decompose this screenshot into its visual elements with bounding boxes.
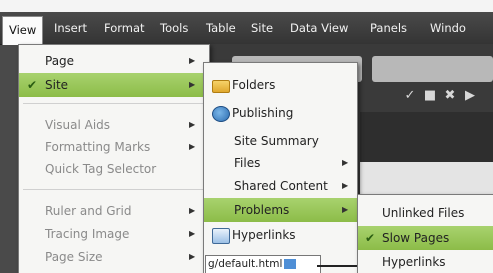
menu-window[interactable]: Windo <box>430 12 466 44</box>
pointer-tool-icon[interactable]: ▶ <box>460 88 480 103</box>
site-menu-item-problems[interactable]: Problems ▶ <box>204 198 357 222</box>
publishing-icon <box>212 106 230 122</box>
url-tab[interactable]: g/default.html <box>205 255 321 273</box>
site-menu-item-shared-content[interactable]: Shared Content ▶ <box>204 174 357 198</box>
menu-table[interactable]: Table <box>206 12 236 44</box>
view-menu-item-site[interactable]: ✔ Site ▶ <box>19 73 209 97</box>
problems-menu-item-unlinked-files[interactable]: Unlinked Files <box>358 201 493 225</box>
submenu-arrow-icon: ▶ <box>189 229 196 238</box>
problems-submenu: Unlinked Files ✔ Slow Pages Hyperlinks <box>357 194 493 273</box>
menu-format[interactable]: Format <box>104 12 145 44</box>
menu-item-label: Hyperlinks <box>232 228 296 242</box>
title-strip <box>0 0 493 12</box>
checkmark-icon: ✔ <box>27 78 38 92</box>
url-text: g/default.html <box>208 258 283 270</box>
menu-site[interactable]: Site <box>251 12 273 44</box>
checkmark-icon: ✔ <box>365 231 376 245</box>
site-menu-item-publishing[interactable]: Publishing <box>204 101 357 125</box>
view-menu-item-page-size[interactable]: Page Size ▶ <box>19 245 209 269</box>
folder-icon <box>212 80 230 93</box>
menu-item-label: Formatting Marks <box>45 140 151 154</box>
submenu-arrow-icon: ▶ <box>189 120 196 129</box>
menu-item-label: Files <box>234 156 261 170</box>
submenu-arrow-icon: ▶ <box>189 80 196 89</box>
menu-item-label: Unlinked Files <box>382 206 465 220</box>
app-window: View Insert Format Tools Table Site Data… <box>0 0 493 273</box>
square-tool-icon[interactable]: ■ <box>420 88 440 103</box>
submenu-arrow-icon: ▶ <box>342 158 349 167</box>
menu-item-label: Slow Pages <box>382 231 450 245</box>
menu-item-label: Hyperlinks <box>382 255 446 269</box>
submenu-arrow-icon: ▶ <box>342 181 349 190</box>
submenu-arrow-icon: ▶ <box>189 142 196 151</box>
view-menu: Page ▶ ✔ Site ▶ Visual Aids ▶ Formatting… <box>18 44 210 273</box>
cross-tool-icon[interactable]: ✖ <box>440 88 460 103</box>
view-menu-item-formatting-marks[interactable]: Formatting Marks ▶ <box>19 135 209 159</box>
view-menu-item-visual-aids[interactable]: Visual Aids ▶ <box>19 113 209 137</box>
submenu-arrow-icon: ▶ <box>342 205 349 214</box>
font-dropdown[interactable] <box>372 56 493 82</box>
problems-menu-item-slow-pages[interactable]: ✔ Slow Pages <box>358 226 493 250</box>
problems-menu-item-hyperlinks[interactable]: Hyperlinks <box>358 250 493 273</box>
submenu-arrow-icon: ▶ <box>189 56 196 65</box>
menu-data-view[interactable]: Data View <box>290 12 348 44</box>
submenu-arrow-icon: ▶ <box>189 252 196 261</box>
menu-insert[interactable]: Insert <box>54 12 87 44</box>
menu-item-label: Page Size <box>45 250 103 264</box>
site-menu-item-hyperlinks[interactable]: Hyperlinks <box>204 223 357 247</box>
menu-tools[interactable]: Tools <box>160 12 188 44</box>
submenu-arrow-icon: ▶ <box>189 206 196 215</box>
site-menu-item-site-summary[interactable]: Site Summary <box>204 129 357 153</box>
menu-item-label: Ruler and Grid <box>45 204 132 218</box>
site-menu-item-folders[interactable]: Folders <box>204 73 357 97</box>
menu-item-label: Visual Aids <box>45 118 111 132</box>
menu-item-label: Site Summary <box>234 134 319 148</box>
hyperlinks-icon <box>212 228 230 244</box>
menu-item-label: Problems <box>234 203 290 217</box>
menu-item-label: Page <box>45 54 75 68</box>
view-menu-item-ruler-and-grid[interactable]: Ruler and Grid ▶ <box>19 199 209 223</box>
menu-item-label: Site <box>45 78 69 92</box>
toolbar-icons: ✓ ■ ✖ ▶ <box>400 88 480 112</box>
menu-item-label: Tracing Image <box>45 227 130 241</box>
page-icon <box>284 259 297 269</box>
view-menu-item-page[interactable]: Page ▶ <box>19 49 209 73</box>
menu-panels[interactable]: Panels <box>370 12 407 44</box>
menu-separator <box>23 189 205 190</box>
menu-item-label: Shared Content <box>234 179 328 193</box>
divider-line <box>317 265 357 267</box>
menu-separator <box>23 103 205 104</box>
view-menu-item-quick-tag-selector[interactable]: Quick Tag Selector <box>19 157 209 181</box>
menu-item-label: Folders <box>232 78 276 92</box>
menu-item-label: Publishing <box>232 106 294 120</box>
menu-item-label: Quick Tag Selector <box>45 162 157 176</box>
site-menu-item-files[interactable]: Files ▶ <box>204 151 357 175</box>
panel-header <box>360 112 493 162</box>
menu-view[interactable]: View <box>2 16 44 45</box>
site-submenu: Folders Publishing Site Summary Files ▶ … <box>203 62 358 273</box>
checkmark-tool-icon[interactable]: ✓ <box>400 88 420 103</box>
view-menu-item-tracing-image[interactable]: Tracing Image ▶ <box>19 222 209 246</box>
menubar: View Insert Format Tools Table Site Data… <box>0 12 493 45</box>
